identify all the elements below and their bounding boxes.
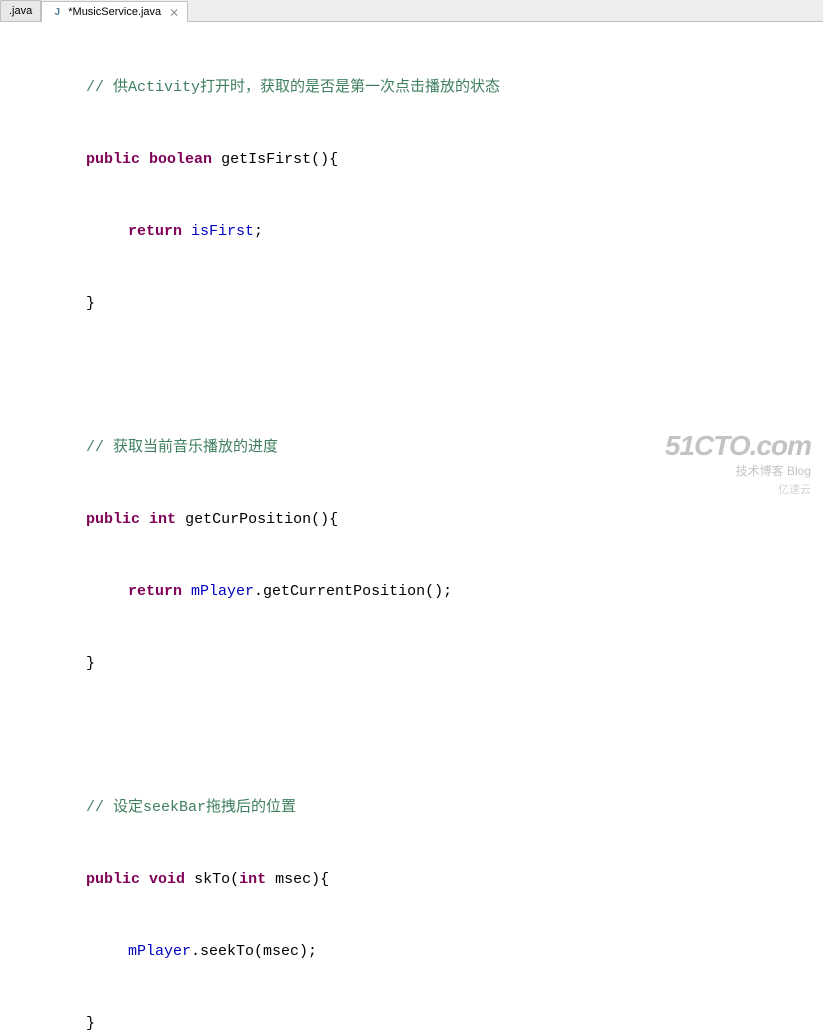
tab-active-musicservice[interactable]: *MusicService.java ⨯ — [41, 1, 188, 22]
code-line: // 设定seekBar拖拽后的位置 — [0, 796, 823, 820]
java-file-icon — [50, 5, 64, 19]
tab-label: *MusicService.java — [68, 6, 161, 18]
code-editor[interactable]: // 供Activity打开时，获取的是否是第一次点击播放的状态 public … — [0, 22, 823, 1030]
tab-inactive-java[interactable]: .java — [0, 0, 41, 21]
code-line — [0, 364, 823, 388]
code-line: mPlayer.seekTo(msec); — [0, 940, 823, 964]
code-line: } — [0, 652, 823, 676]
code-line: } — [0, 1012, 823, 1030]
code-line: // 供Activity打开时，获取的是否是第一次点击播放的状态 — [0, 76, 823, 100]
editor-tab-bar: .java *MusicService.java ⨯ — [0, 0, 823, 22]
code-line: public int getCurPosition(){ — [0, 508, 823, 532]
code-line: public boolean getIsFirst(){ — [0, 148, 823, 172]
code-line: public void skTo(int msec){ — [0, 868, 823, 892]
close-icon[interactable]: ⨯ — [169, 6, 179, 18]
code-line — [0, 724, 823, 748]
code-line: return mPlayer.getCurrentPosition(); — [0, 580, 823, 604]
code-line: } — [0, 292, 823, 316]
code-line: return isFirst; — [0, 220, 823, 244]
tab-label: .java — [9, 5, 32, 17]
code-line: // 获取当前音乐播放的进度 — [0, 436, 823, 460]
